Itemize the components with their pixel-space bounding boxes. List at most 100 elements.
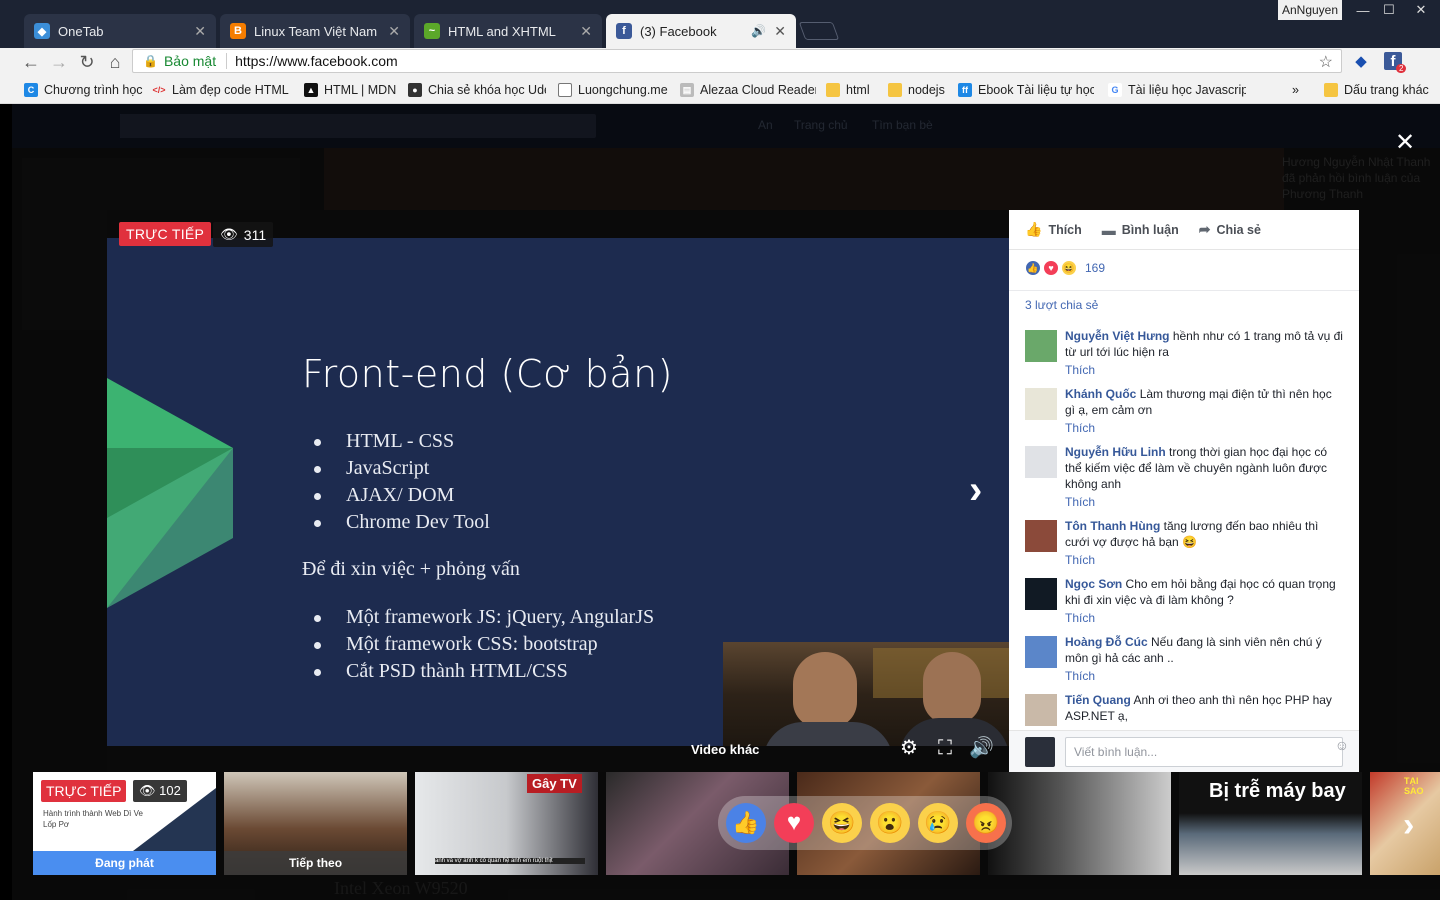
reaction-summary[interactable]: 👍 ♥ 😆 169 [1025, 260, 1105, 276]
diamond-extension-icon[interactable]: ◆ [1350, 50, 1372, 72]
avatar[interactable] [1025, 636, 1057, 668]
video-thumbnail[interactable]: Gây TV anh và vợ anh k có quan hệ anh em… [415, 772, 598, 875]
bookmark-item[interactable]: ▲ HTML | MDN [304, 81, 400, 99]
audio-icon[interactable]: 🔊 [751, 24, 766, 38]
angry-reaction-button[interactable]: 😠 [966, 803, 1006, 843]
like-button[interactable]: 👍 Thích [1025, 221, 1082, 238]
comment-author[interactable]: Nguyễn Hữu Linh [1065, 445, 1166, 459]
tab-label: Linux Team Việt Nam Are [254, 23, 380, 39]
slide-list-item: Cắt PSD thành HTML/CSS [312, 658, 654, 685]
video-thumbnail[interactable] [988, 772, 1171, 875]
bookmark-item[interactable]: ● Chia sẻ khóa học Ude [408, 81, 546, 99]
comment-author[interactable]: Tiến Quang [1065, 693, 1131, 707]
live-badge: TRỰC TIẾP [119, 222, 212, 246]
bookmark-label: Chương trình học [44, 83, 143, 97]
profile-button[interactable]: AnNguyen [1278, 0, 1342, 20]
comment-like-link[interactable]: Thích [1065, 362, 1343, 378]
video-player[interactable]: Front-end (Cơ bản) HTML - CSS JavaScript… [107, 210, 1009, 772]
comment-like-link[interactable]: Thích [1065, 420, 1343, 436]
volume-icon[interactable]: 🔊 [969, 736, 994, 760]
comment-like-link[interactable]: Thích [1065, 552, 1343, 568]
comment-input[interactable]: Viết bình luận... [1065, 737, 1343, 767]
bookmarks-overflow-button[interactable]: » [1292, 81, 1306, 99]
share-button[interactable]: ➦ Chia sẻ [1199, 221, 1261, 238]
avatar[interactable] [1025, 694, 1057, 726]
maximize-button[interactable]: ☐ [1374, 0, 1404, 20]
live-badge: TRỰC TIẾP [41, 780, 127, 802]
sad-reaction-button[interactable]: 😢 [918, 803, 958, 843]
haha-reaction-button[interactable]: 😆 [822, 803, 862, 843]
comment-author[interactable]: Ngọc Sơn [1065, 577, 1122, 591]
like-reaction-button[interactable]: 👍 [726, 803, 766, 843]
chevron-right-icon[interactable]: › [1403, 806, 1414, 845]
avatar[interactable] [1025, 330, 1057, 362]
comment-author[interactable]: Hoàng Đỗ Cúc [1065, 635, 1148, 649]
bookmark-folder[interactable]: nodejs [888, 81, 948, 99]
code-icon: </> [152, 85, 166, 95]
tab-html-xhtml[interactable]: ~ HTML and XHTML ✕ [414, 14, 602, 48]
tab-label: HTML and XHTML [448, 23, 556, 39]
bookmark-folder[interactable]: html [826, 81, 878, 99]
html-icon: ~ [424, 23, 440, 39]
chevron-right-icon[interactable]: › [969, 468, 982, 513]
tab-onetab[interactable]: ◆ OneTab ✕ [24, 14, 216, 48]
url-text: https://www.facebook.com [235, 53, 398, 69]
close-icon[interactable]: ✕ [194, 23, 206, 40]
video-thumbnail[interactable]: TRỰC TIẾP 👁 102 Hành trình thành Web Dì … [33, 772, 216, 875]
comment-composer: Viết bình luận... ☺ [1009, 730, 1359, 772]
wow-reaction-button[interactable]: 😮 [870, 803, 910, 843]
folder-icon [888, 83, 902, 97]
fullscreen-icon[interactable]: ⛶ [933, 736, 957, 760]
other-bookmarks[interactable]: Dấu trang khác [1324, 81, 1434, 99]
video-thumbnail[interactable]: Tiếp theo [224, 772, 407, 875]
bookmark-item[interactable]: ff Ebook Tài liệu tự học [958, 81, 1094, 99]
comment-author[interactable]: Nguyễn Việt Hưng [1065, 329, 1169, 343]
comment-like-link[interactable]: Thích [1065, 610, 1343, 626]
bookmark-item[interactable]: ▤ Alezaa Cloud Reader [680, 81, 816, 99]
reload-icon[interactable]: ↻ [76, 51, 98, 73]
bookmark-item[interactable]: </> Làm đẹp code HTML [152, 81, 292, 99]
share-count-link[interactable]: 3 lượt chia sẻ [1025, 298, 1098, 312]
share-label: Chia sẻ [1216, 222, 1261, 237]
comment-like-link[interactable]: Thích [1065, 668, 1343, 684]
back-icon[interactable]: ← [20, 51, 42, 73]
star-icon[interactable]: ☆ [1319, 52, 1333, 72]
bookmark-item[interactable]: G Tài liệu học Javascript [1108, 81, 1246, 99]
close-icon[interactable]: ✕ [580, 23, 592, 40]
bookmark-label: Chia sẻ khóa học Ude [428, 83, 546, 97]
address-bar[interactable]: 🔒 Bảo mật https://www.facebook.com ☆ [132, 49, 1342, 73]
comment-button[interactable]: ▬ Bình luận [1102, 222, 1179, 238]
avatar[interactable] [1025, 446, 1057, 478]
comment-author[interactable]: Khánh Quốc [1065, 387, 1136, 401]
bookmark-item[interactable]: Luongchung.me [558, 81, 670, 99]
love-reaction-button[interactable]: ♥ [774, 803, 814, 843]
like-label: Thích [1048, 222, 1082, 237]
comment-panel: 👍 Thích ▬ Bình luận ➦ Chia sẻ 👍 ♥ 😆 169 3 l… [1009, 210, 1359, 772]
emoji-icon[interactable]: ☺ [1335, 737, 1349, 753]
up-next-label: Tiếp theo [224, 851, 407, 875]
reader-icon: ▤ [680, 83, 694, 97]
tab-facebook[interactable]: f (3) Facebook 🔊 ✕ [606, 14, 796, 48]
viewer-count: 👁 102 [133, 780, 187, 802]
bookmark-label: Alezaa Cloud Reader [700, 83, 816, 97]
bookmark-item[interactable]: C Chương trình học [24, 81, 144, 99]
eye-icon: 👁 [139, 783, 160, 798]
video-thumbnail[interactable]: Bị trễ máy bay [1179, 772, 1362, 875]
share-icon: ➦ [1198, 221, 1211, 237]
comment-like-link[interactable]: Thích [1065, 494, 1343, 510]
comment-author[interactable]: Tôn Thanh Hùng [1065, 519, 1160, 533]
close-icon[interactable]: ✕ [388, 23, 400, 40]
settings-icon[interactable]: ⚙ [897, 736, 921, 760]
home-icon[interactable]: ⌂ [104, 51, 126, 73]
avatar[interactable] [1025, 578, 1057, 610]
viewer-count: 👁 311 [213, 222, 274, 247]
avatar[interactable] [1025, 388, 1057, 420]
close-icon[interactable]: ✕ [774, 23, 786, 40]
close-icon[interactable]: ✕ [1394, 131, 1416, 155]
bookmark-label: nodejs [908, 83, 945, 97]
window-close-button[interactable]: ✕ [1406, 0, 1436, 20]
avatar[interactable] [1025, 520, 1057, 552]
forward-icon[interactable]: → [48, 51, 70, 73]
new-tab-button[interactable] [798, 22, 840, 40]
tab-linux-team[interactable]: B Linux Team Việt Nam Are ✕ [220, 14, 410, 48]
